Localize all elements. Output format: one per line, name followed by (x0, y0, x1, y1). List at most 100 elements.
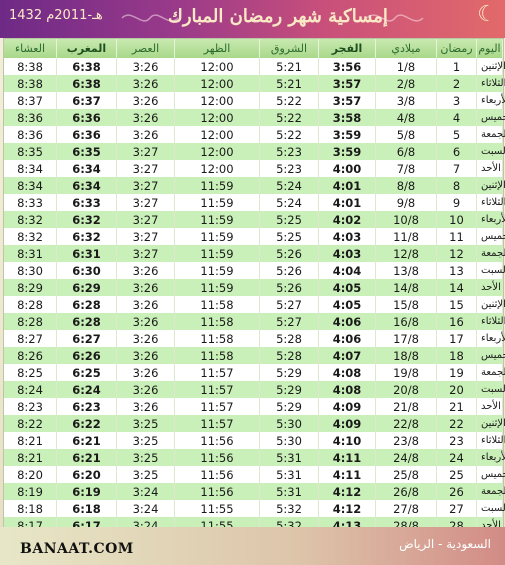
maghrib-time: 6:34 (56, 160, 117, 177)
maghrib-time: 6:21 (56, 432, 117, 449)
maghrib-time: 6:19 (56, 483, 117, 500)
miladi-date: 5/8 (375, 126, 437, 143)
fajr-time: 4:03 (318, 228, 376, 245)
col-header-ramadan: رمضان (436, 39, 477, 58)
dhuhr-time: 12:00 (174, 126, 260, 143)
fajr-time: 4:05 (318, 279, 376, 296)
table-row: 8:28 6:28 3:26 11:58 5:27 4:06 16/8 16 الثلاثاء (4, 313, 505, 330)
miladi-date: 20/8 (375, 381, 437, 398)
isha-time: 8:38 (4, 75, 57, 92)
dhuhr-time: 11:56 (174, 483, 260, 500)
isha-time: 8:32 (4, 211, 57, 228)
maghrib-time: 6:22 (56, 415, 117, 432)
weekday: الإثنين (476, 58, 505, 75)
maghrib-time: 6:25 (56, 364, 117, 381)
maghrib-time: 6:38 (56, 75, 117, 92)
sunrise-time: 5:22 (259, 126, 319, 143)
isha-time: 8:28 (4, 296, 57, 313)
col-header-dhuhr: الظهر (174, 39, 260, 58)
dhuhr-time: 11:59 (174, 228, 260, 245)
table-row: 8:196:193:2411:565:314:1226/826الجمعة (4, 483, 505, 500)
fajr-time: 4:08 (318, 381, 376, 398)
maghrib-time: 6:20 (56, 466, 117, 483)
isha-time: 8:36 (4, 126, 57, 143)
isha-time: 8:34 (4, 177, 57, 194)
col-header-asr: العصر (116, 39, 175, 58)
isha-time: 8:21 (4, 449, 57, 466)
maghrib-time: 6:27 (56, 330, 117, 347)
sunrise-time: 5:28 (259, 330, 319, 347)
ramadan-day: 6 (436, 143, 477, 160)
fajr-time: 3:56 (318, 58, 376, 75)
maghrib-time: 6:29 (56, 279, 117, 296)
fajr-time: 4:07 (318, 347, 376, 364)
sunrise-time: 5:22 (259, 92, 319, 109)
fajr-time: 4:12 (318, 500, 376, 517)
ramadan-day: 9 (436, 194, 477, 211)
ramadan-day: 23 (436, 432, 477, 449)
ramadan-day: 13 (436, 262, 477, 279)
ramadan-day: 10 (436, 211, 477, 228)
weekday: الإثنين (476, 415, 505, 432)
weekday: الأربعاء (476, 92, 505, 109)
isha-time: 8:38 (4, 58, 57, 75)
miladi-date: 12/8 (375, 245, 437, 262)
weekday: الأحد (476, 398, 503, 415)
sunrise-time: 5:29 (259, 381, 319, 398)
weekday: الخميس (476, 228, 505, 245)
ramadan-day: 17 (436, 330, 477, 347)
dhuhr-time: 12:00 (174, 75, 260, 92)
ramadan-day: 12 (436, 245, 477, 262)
ramadan-day: 14 (436, 279, 477, 296)
fajr-time: 4:12 (318, 483, 376, 500)
fajr-time: 4:10 (318, 432, 376, 449)
dhuhr-time: 12:00 (174, 160, 260, 177)
dhuhr-time: 11:56 (174, 466, 260, 483)
ramadan-day: 25 (436, 466, 477, 483)
table-row: 8:38 6:38 3:26 12:00 5:21 3:56 1/8 1 الإثنين (4, 58, 505, 75)
asr-time: 3:27 (116, 160, 175, 177)
dhuhr-time: 11:59 (174, 245, 260, 262)
asr-time: 3:26 (116, 75, 175, 92)
weekday: الأحد (476, 279, 503, 296)
sunrise-time: 5:32 (259, 500, 319, 517)
miladi-date: 25/8 (375, 466, 437, 483)
miladi-date: 10/8 (375, 211, 437, 228)
table-row: 8:22 6:22 3:25 11:57 5:30 4:09 22/8 22 الإثنين (4, 415, 505, 432)
fajr-time: 3:58 (318, 109, 376, 126)
table-row: 8:216:213:2511:565:314:1124/824الأربعاء (4, 449, 505, 466)
table-row: 8:29 6:29 3:26 11:59 5:26 4:05 14/8 14 الأحد (4, 279, 503, 296)
ramadan-day: 4 (436, 109, 477, 126)
asr-time: 3:24 (116, 500, 175, 517)
miladi-date: 18/8 (375, 347, 437, 364)
ramadan-day: 5 (436, 126, 477, 143)
dhuhr-time: 11:59 (174, 279, 260, 296)
fajr-time: 3:59 (318, 143, 376, 160)
maghrib-time: 6:32 (56, 211, 117, 228)
weekday: الجمعة (476, 364, 505, 381)
sunrise-time: 5:24 (259, 194, 319, 211)
weekday: الثلاثاء (476, 75, 505, 92)
sunrise-time: 5:29 (259, 364, 319, 381)
sunrise-time: 5:21 (259, 58, 319, 75)
col-header-maghrib: المغرب (56, 39, 117, 58)
maghrib-time: 6:38 (56, 58, 117, 75)
asr-time: 3:26 (116, 313, 175, 330)
maghrib-time: 6:21 (56, 449, 117, 466)
weekday: الأحد (476, 160, 503, 177)
fajr-time: 4:02 (318, 211, 376, 228)
weekday: الأربعاء (476, 211, 505, 228)
dhuhr-time: 12:00 (174, 109, 260, 126)
table-row: 8:376:373:2612:005:223:573/83الأربعاء (4, 92, 505, 109)
table-row: 8:326:323:2711:595:254:0311/811الخميس (4, 228, 505, 245)
miladi-date: 1/8 (375, 58, 437, 75)
isha-time: 8:33 (4, 194, 57, 211)
sunrise-time: 5:22 (259, 109, 319, 126)
isha-time: 8:27 (4, 330, 57, 347)
sunrise-time: 5:25 (259, 228, 319, 245)
asr-time: 3:25 (116, 415, 175, 432)
fajr-time: 4:01 (318, 177, 376, 194)
isha-time: 8:18 (4, 500, 57, 517)
maghrib-time: 6:26 (56, 347, 117, 364)
table-row: 8:246:243:2611:575:294:0820/820السبت (4, 381, 505, 398)
